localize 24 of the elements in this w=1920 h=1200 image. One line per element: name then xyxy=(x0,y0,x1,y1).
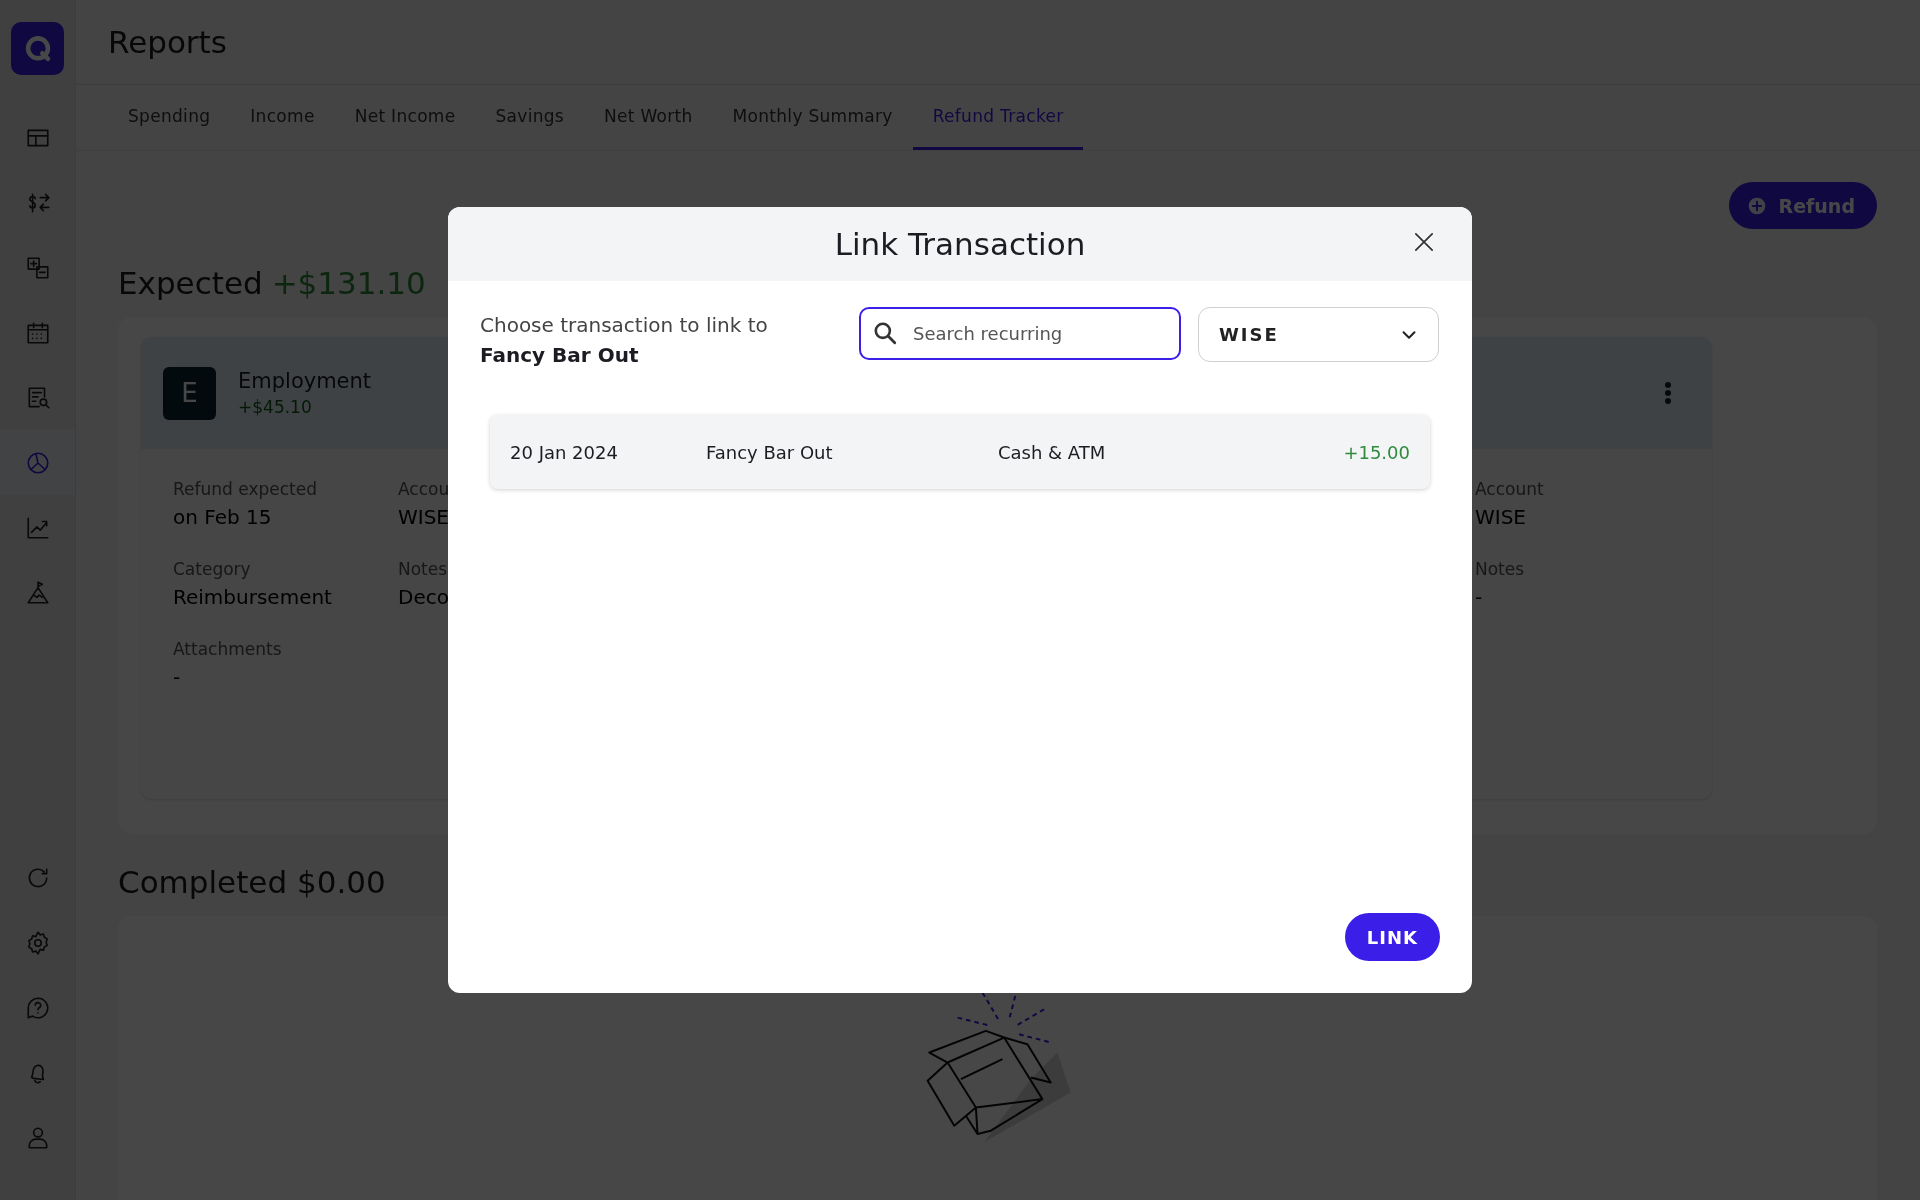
field-value: Reimbursement xyxy=(173,585,333,609)
account-dropdown[interactable]: WISE xyxy=(1198,307,1439,362)
dialog-prompt: Choose transaction to link to xyxy=(480,313,769,337)
field-value: Deco xyxy=(398,585,450,609)
page-title: Reports xyxy=(108,24,227,60)
field-value: WISE xyxy=(398,505,450,529)
card-title: Employment xyxy=(238,369,372,393)
transaction-amount: +15.00 xyxy=(1343,441,1410,463)
target-transaction: Fancy Bar Out xyxy=(480,343,640,367)
search-field[interactable]: Search recurring xyxy=(859,307,1181,360)
field-value: on Feb 15 xyxy=(173,505,273,529)
section-title: Completed $0.00 xyxy=(118,864,387,900)
transaction-name: Fancy Bar Out xyxy=(706,441,834,463)
transaction-date: 20 Jan 2024 xyxy=(510,441,619,463)
section-title: Expected xyxy=(118,265,263,301)
field-value: - xyxy=(173,665,182,689)
link-button[interactable]: LINK xyxy=(1344,913,1440,961)
dialog-title: Link Transaction xyxy=(834,226,1086,262)
field-value: - xyxy=(1475,585,1484,609)
transaction-category: Cash & ATM xyxy=(998,441,1106,463)
card-amount: +$45.10 xyxy=(238,397,313,417)
transaction-row[interactable]: 20 Jan 2024 Fancy Bar Out Cash & ATM +15.00 xyxy=(490,415,1430,489)
field-value: WISE xyxy=(1475,505,1527,529)
search-icon xyxy=(872,320,898,346)
